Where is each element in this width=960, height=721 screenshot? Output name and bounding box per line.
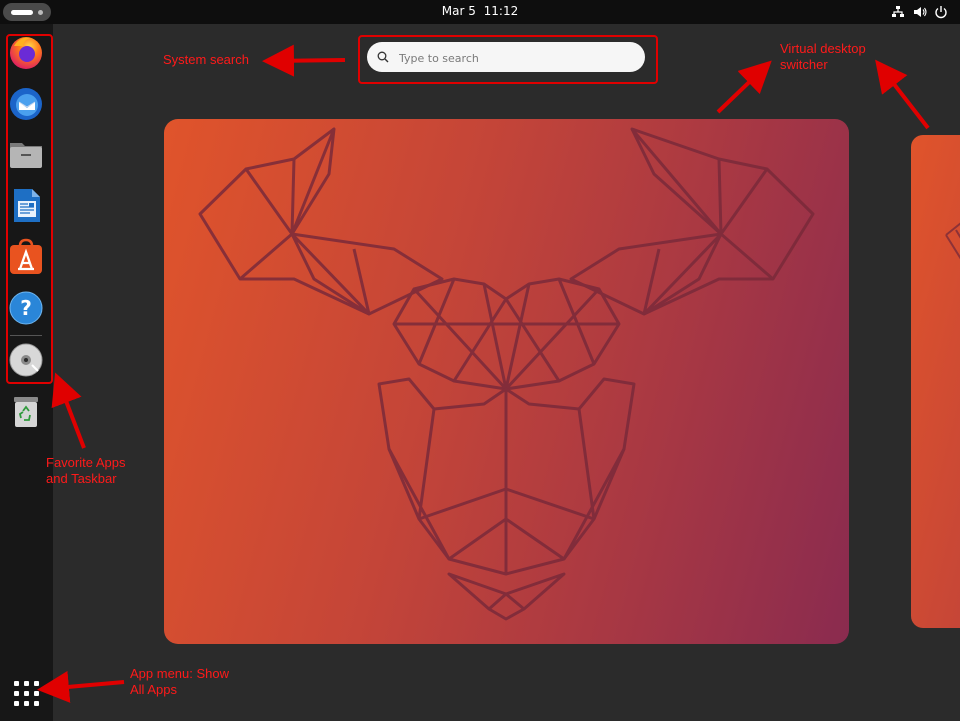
power-icon[interactable] (934, 5, 948, 19)
annotation-virtual-desktop-1: Virtual desktop (780, 41, 866, 56)
top-bar: Mar 5 11:12 (0, 0, 960, 24)
ubuntu-mascot-wallpaper (198, 127, 815, 621)
dock-item-trash[interactable] (6, 391, 46, 431)
arrow-app-menu (37, 670, 125, 703)
clock[interactable]: Mar 5 11:12 (0, 4, 960, 18)
apps-grid-icon[interactable] (14, 681, 40, 707)
trash-icon (14, 397, 38, 427)
annotation-system-search: System search (163, 52, 249, 67)
clock-time: 11:12 (483, 4, 519, 18)
arrow-search (262, 44, 346, 77)
arrow-desktop-right (875, 59, 930, 130)
workspace-thumbnail-next[interactable] (911, 135, 960, 628)
annotation-favorites-2: and Taskbar (46, 471, 117, 486)
annotation-favorites-1: Favorite Apps (46, 455, 126, 470)
annotation-app-menu-2: All Apps (130, 682, 177, 697)
workspace-thumbnail-current[interactable] (164, 119, 849, 644)
network-icon[interactable] (891, 5, 905, 19)
volume-icon[interactable] (913, 5, 927, 19)
clock-date: Mar 5 (441, 4, 476, 18)
annotation-virtual-desktop-2: switcher (780, 57, 828, 72)
annotation-box-search (358, 35, 658, 84)
annotation-box-favorites (6, 34, 53, 384)
arrow-desktop-left (716, 60, 772, 114)
annotation-app-menu-1: App menu: Show (130, 666, 230, 681)
ubuntu-mascot-wallpaper-partial (945, 222, 960, 260)
arrow-favorites (51, 372, 86, 449)
